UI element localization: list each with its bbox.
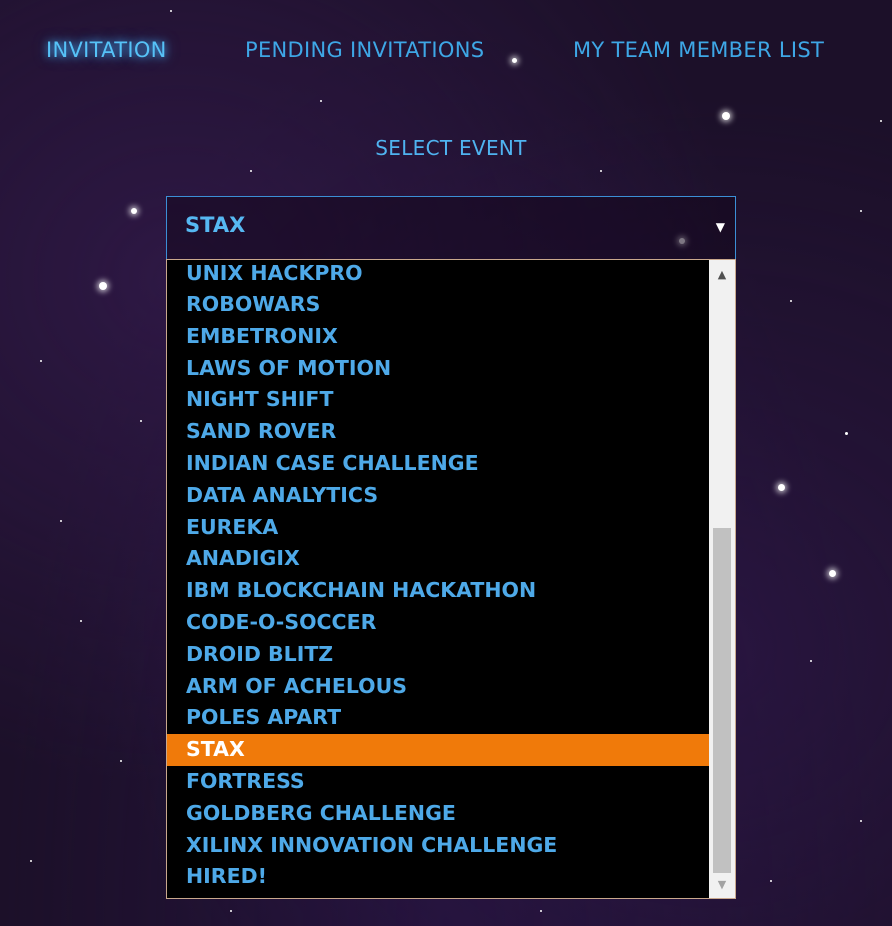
star xyxy=(230,910,232,912)
star xyxy=(600,170,602,172)
event-option[interactable]: LAWS OF MOTION xyxy=(167,353,709,385)
scroll-down-arrow-icon[interactable]: ▼ xyxy=(709,874,735,896)
event-option[interactable]: STAX xyxy=(167,734,709,766)
star xyxy=(810,660,812,662)
star xyxy=(860,820,862,822)
star xyxy=(778,484,785,491)
event-select[interactable]: STAX ▼ xyxy=(166,196,736,260)
dropdown-scrollbar[interactable]: ▲ ▼ xyxy=(709,260,735,898)
star xyxy=(140,420,142,422)
star xyxy=(845,432,848,435)
event-option[interactable]: ARM OF ACHELOUS xyxy=(167,671,709,703)
event-option[interactable]: FORTRESS xyxy=(167,766,709,798)
star xyxy=(790,300,792,302)
star xyxy=(320,100,322,102)
star xyxy=(250,170,252,172)
event-option[interactable]: XILINX INNOVATION CHALLENGE xyxy=(167,830,709,862)
star xyxy=(131,208,137,214)
triangle-down-icon: ▼ xyxy=(715,220,725,234)
star xyxy=(722,112,730,120)
event-option[interactable]: SAND ROVER xyxy=(167,416,709,448)
star xyxy=(880,120,882,122)
event-dropdown-list: UNIX HACKPRO ROBOWARS EMBETRONIX LAWS OF MO… xyxy=(166,259,736,899)
star xyxy=(120,760,122,762)
star xyxy=(770,880,772,882)
star xyxy=(860,210,862,212)
star xyxy=(829,570,836,577)
scroll-up-arrow-icon[interactable]: ▲ xyxy=(709,264,735,286)
event-option[interactable]: GOLDBERG CHALLENGE xyxy=(167,798,709,830)
nav-link-invitation[interactable]: INVITATION xyxy=(46,38,167,62)
event-option[interactable]: IBM BLOCKCHAIN HACKATHON xyxy=(167,575,709,607)
top-navigation: INVITATION PENDING INVITATIONS MY TEAM M… xyxy=(0,38,892,70)
event-select-value: STAX xyxy=(185,213,246,237)
star xyxy=(540,910,542,912)
event-option[interactable]: ROBOWARS xyxy=(167,289,709,321)
event-option[interactable]: INDIAN CASE CHALLENGE xyxy=(167,448,709,480)
event-option[interactable]: DROID BLITZ xyxy=(167,639,709,671)
star xyxy=(60,520,62,522)
event-option[interactable]: EUREKA xyxy=(167,512,709,544)
event-option[interactable]: EMBETRONIX xyxy=(167,321,709,353)
event-option[interactable]: CODE-O-SOCCER xyxy=(167,607,709,639)
event-option[interactable]: ANADIGIX xyxy=(167,543,709,575)
star xyxy=(99,282,107,290)
nav-link-pending-invitations[interactable]: PENDING INVITATIONS xyxy=(245,38,484,62)
event-option[interactable]: HIRED! xyxy=(167,861,709,893)
star xyxy=(80,620,82,622)
star xyxy=(170,10,172,12)
event-option[interactable]: DATA ANALYTICS xyxy=(167,480,709,512)
event-option-list: UNIX HACKPRO ROBOWARS EMBETRONIX LAWS OF MO… xyxy=(167,260,709,893)
star xyxy=(30,860,32,862)
event-option[interactable]: NIGHT SHIFT xyxy=(167,384,709,416)
star xyxy=(40,360,42,362)
select-event-heading: SELECT EVENT xyxy=(375,136,527,160)
event-option[interactable]: POLES APART xyxy=(167,702,709,734)
event-option[interactable]: UNIX HACKPRO xyxy=(167,260,709,289)
scrollbar-thumb[interactable] xyxy=(713,528,731,873)
nav-link-my-team-member-list[interactable]: MY TEAM MEMBER LIST xyxy=(573,38,824,62)
